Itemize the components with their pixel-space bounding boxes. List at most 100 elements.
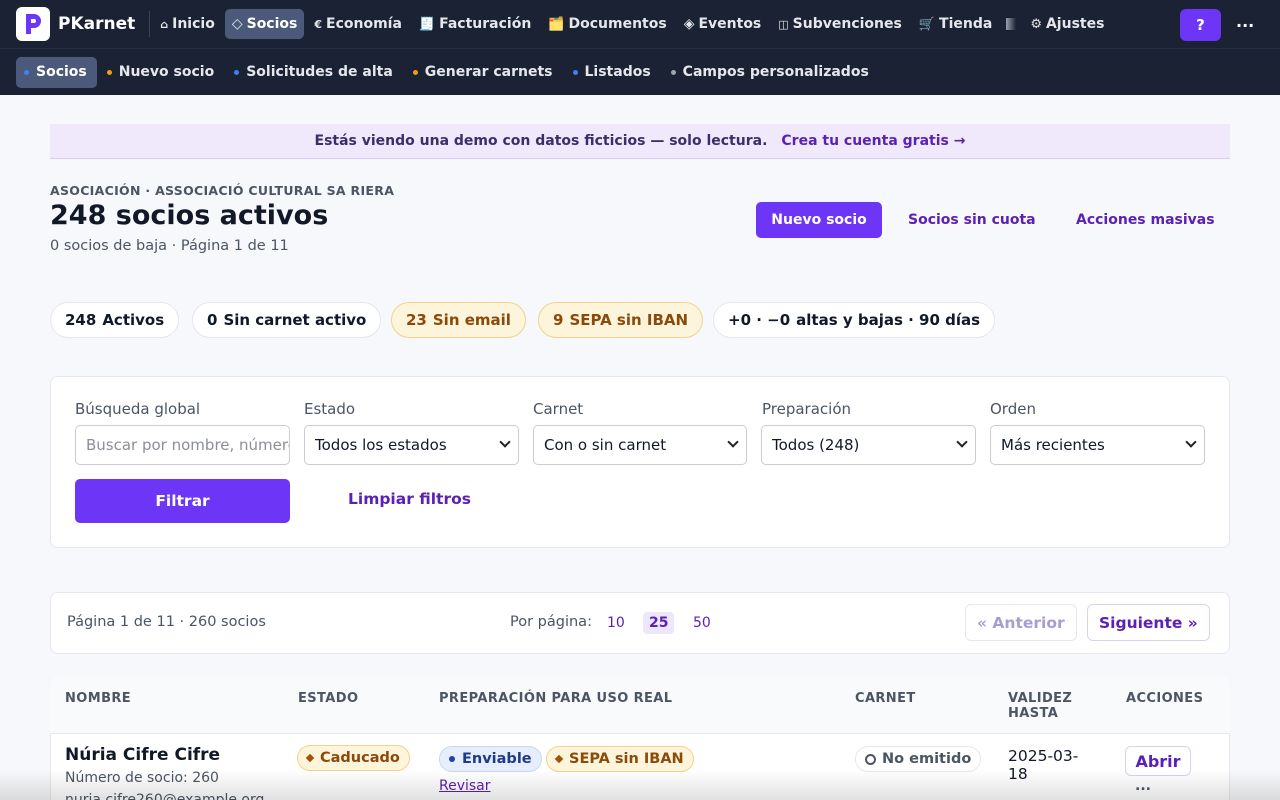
- status-label: Estado: [304, 400, 356, 418]
- stat-pill-activos[interactable]: 248 Activos: [50, 302, 180, 338]
- stat-label: SEPA sin IBAN: [569, 311, 689, 329]
- order-label: Orden: [990, 400, 1036, 418]
- prep-select-value: Todos (248): [772, 436, 860, 454]
- top-navbar: PKarnet ⌂ Inicio ◇ Socios € Economía 🧾 F…: [0, 0, 1280, 48]
- stat-number: +0 · −0: [728, 311, 791, 329]
- search-input[interactable]: Buscar por nombre, número, email: [75, 425, 290, 465]
- nav-label: Documentos: [568, 16, 667, 32]
- subnav-item-listados[interactable]: Listados: [563, 57, 661, 88]
- stat-pill-altas-bajas[interactable]: +0 · −0 altas y bajas · 90 días: [713, 302, 996, 338]
- brand-divider: [149, 11, 151, 37]
- member-name[interactable]: Núria Cifre Cifre: [65, 745, 220, 765]
- per-page-option-10[interactable]: 10: [601, 612, 631, 634]
- invoice-icon: 🧾: [418, 16, 436, 32]
- diamond-icon: [554, 754, 564, 764]
- stat-label: Sin carnet activo: [223, 311, 367, 329]
- stat-label: altas y bajas · 90 días: [796, 311, 981, 329]
- bulk-actions-button[interactable]: Acciones masivas: [1076, 202, 1215, 238]
- card-select-value: Con o sin carnet: [544, 436, 667, 454]
- prep-label: Preparación: [762, 400, 852, 418]
- folder-icon: 🗂️: [548, 16, 565, 32]
- filter-button[interactable]: Filtrar: [75, 479, 290, 523]
- column-header-name: NOMBRE: [65, 691, 132, 706]
- brand[interactable]: PKarnet: [16, 7, 135, 41]
- org-label: ASOCIACIÓN · ASSOCIACIÓ CULTURAL SA RIER…: [50, 183, 395, 198]
- nav-item-socios[interactable]: ◇ Socios: [224, 9, 305, 39]
- next-page-button[interactable]: Siguiente »: [1087, 604, 1210, 641]
- review-link[interactable]: Revisar: [439, 778, 491, 794]
- create-account-link[interactable]: Crea tu cuenta gratis →: [781, 133, 965, 149]
- nav-item-ajustes[interactable]: ⚙ Ajustes: [1023, 9, 1111, 39]
- previous-page-button[interactable]: « Anterior: [965, 604, 1077, 641]
- subnav-item-campos[interactable]: Campos personalizados: [661, 57, 879, 88]
- subnav-label: Solicitudes de alta: [246, 64, 393, 80]
- search-label: Búsqueda global: [75, 400, 201, 418]
- new-member-button[interactable]: Nuevo socio: [756, 202, 882, 238]
- nav-label: Socios: [246, 16, 298, 32]
- nav-label: Ajustes: [1045, 16, 1105, 32]
- column-header-card: CARNET: [855, 691, 916, 706]
- subnav-item-solicitudes[interactable]: Solicitudes de alta: [224, 57, 403, 88]
- demo-banner: Estás viendo una demo con datos ficticio…: [50, 124, 1230, 159]
- nav-item-subvenciones[interactable]: ◫ Subvenciones: [771, 9, 909, 39]
- row-more-button[interactable]: ...: [1135, 778, 1151, 794]
- nav-label: Inicio: [172, 16, 215, 32]
- prep-badge-sepa: SEPA sin IBAN: [546, 746, 694, 772]
- subnav-label: Generar carnets: [424, 64, 553, 80]
- subnav-item-nuevo-socio[interactable]: Nuevo socio: [97, 57, 224, 88]
- card-select[interactable]: Con o sin carnet: [533, 425, 747, 465]
- diamond-outline-icon: ◈: [683, 16, 695, 32]
- status-select[interactable]: Todos los estados: [304, 425, 519, 465]
- brand-name: PKarnet: [58, 14, 136, 34]
- chevron-down-icon: [956, 436, 968, 448]
- dot-icon: [106, 69, 112, 75]
- nav-item-eventos[interactable]: ◈ Eventos: [677, 9, 769, 39]
- nav-label: Eventos: [698, 16, 762, 32]
- page-subtitle: 0 socios de baja · Página 1 de 11: [50, 238, 289, 254]
- more-menu-button[interactable]: ...: [1236, 12, 1254, 31]
- open-member-button[interactable]: Abrir: [1125, 746, 1191, 776]
- subnav-item-socios[interactable]: Socios: [16, 56, 97, 88]
- demo-banner-text: Estás viendo una demo con datos ficticio…: [314, 133, 768, 149]
- pagination-info: Página 1 de 11 · 260 socios: [67, 614, 266, 630]
- status-badge-label: Caducado: [320, 750, 400, 766]
- dot-icon: [234, 69, 240, 75]
- per-page-label: Por página:: [510, 614, 592, 630]
- clear-filters-button[interactable]: Limpiar filtros: [348, 490, 471, 508]
- help-button[interactable]: ?: [1180, 9, 1221, 41]
- column-header-prep: PREPARACIÓN PARA USO REAL: [439, 691, 673, 706]
- nav-item-documentos[interactable]: 🗂️ Documentos: [541, 9, 673, 39]
- nav-label: Economía: [326, 16, 402, 32]
- nav-item-facturacion[interactable]: 🧾 Facturación: [412, 9, 538, 39]
- stat-label: Activos: [102, 311, 165, 329]
- dot-icon: [670, 69, 676, 75]
- stat-pill-sepa-sin-iban[interactable]: 9 SEPA sin IBAN: [538, 302, 704, 338]
- truncated-icon: [1006, 18, 1017, 30]
- dot-icon: [412, 69, 418, 75]
- members-without-fee-button[interactable]: Socios sin cuota: [908, 202, 1036, 238]
- nav-item-truncated[interactable]: [1002, 9, 1020, 39]
- nav-item-economia[interactable]: € Economía: [307, 9, 409, 39]
- order-select-value: Más recientes: [1001, 436, 1105, 454]
- card-badge: No emitido: [855, 746, 982, 772]
- chevron-down-icon: [727, 436, 739, 448]
- order-select[interactable]: Más recientes: [990, 425, 1205, 465]
- valid-until-line2: 18: [1008, 765, 1028, 783]
- prep-select[interactable]: Todos (248): [761, 425, 976, 465]
- stat-pill-sin-email[interactable]: 23 Sin email: [391, 302, 526, 338]
- per-page-option-25[interactable]: 25: [643, 612, 675, 634]
- prep-badge-label: SEPA sin IBAN: [569, 751, 684, 767]
- nav-item-inicio[interactable]: ⌂ Inicio: [153, 9, 222, 39]
- nav-label: Tienda: [939, 16, 993, 32]
- column-header-valid-line2: HASTA: [1008, 706, 1059, 721]
- chevron-down-icon: [499, 436, 511, 448]
- subnav-label: Campos personalizados: [682, 64, 869, 80]
- gear-icon: ⚙: [1030, 16, 1042, 32]
- sub-navbar: Socios Nuevo socio Solicitudes de alta G…: [0, 48, 1280, 95]
- stat-pill-sin-carnet[interactable]: 0 Sin carnet activo: [192, 302, 382, 338]
- card-badge-label: No emitido: [882, 751, 972, 767]
- column-header-valid: VALIDEZ HASTA: [1008, 691, 1072, 721]
- nav-item-tienda[interactable]: 🛒 Tienda: [912, 9, 999, 39]
- subnav-item-generar-carnets[interactable]: Generar carnets: [403, 57, 563, 88]
- per-page-option-50[interactable]: 50: [687, 612, 717, 634]
